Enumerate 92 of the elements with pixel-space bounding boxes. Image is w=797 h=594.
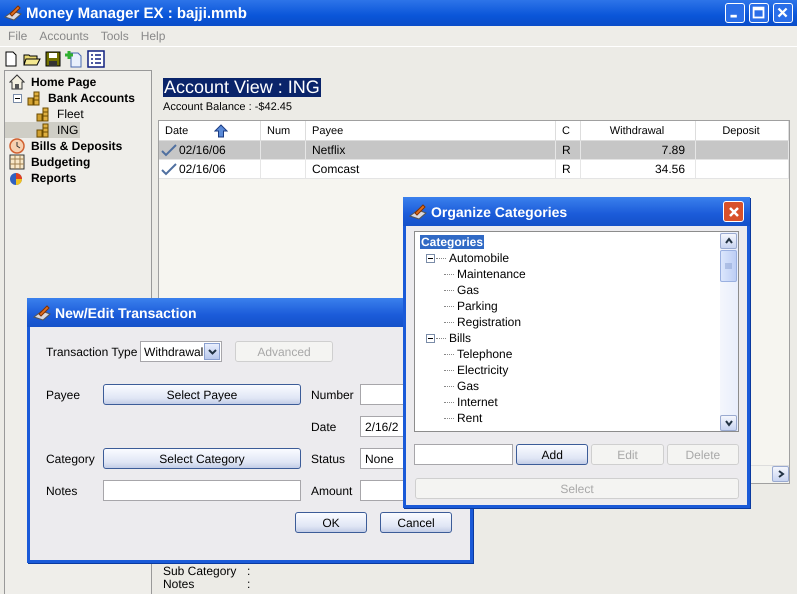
new-file-icon[interactable] [3, 50, 19, 66]
tree-item[interactable]: Automobile [420, 250, 720, 266]
ok-button[interactable]: OK [295, 512, 367, 533]
column-header[interactable]: Num [261, 121, 306, 140]
caret-icon [204, 343, 220, 360]
field-label: Date [310, 418, 338, 436]
column-header[interactable]: C [556, 121, 581, 140]
dialog-title: Organize Categories [431, 204, 568, 220]
table-cell: 7.89 [581, 141, 696, 159]
field-label: Transaction Type [46, 344, 138, 358]
table-row[interactable]: 02/16/06 Netflix R 7.89 [159, 141, 789, 160]
vertical-scrollbar[interactable] [720, 232, 738, 431]
coins-icon [35, 122, 51, 138]
tree-item[interactable]: Registration [420, 314, 720, 330]
down-chevron-icon [724, 419, 732, 427]
scroll-thumb[interactable] [720, 250, 737, 282]
app-icon [4, 5, 22, 21]
add-button[interactable]: Add [516, 444, 588, 465]
tree-item[interactable]: Categories [420, 234, 720, 250]
close-button[interactable] [723, 201, 744, 222]
app-icon [409, 204, 427, 220]
column-header[interactable]: Payee [306, 121, 556, 140]
transaction-type-dropdown[interactable]: Withdrawal [140, 341, 222, 362]
account-view-title: Account View : ING [163, 78, 321, 97]
coins-icon [26, 90, 42, 106]
check-icon [161, 143, 177, 157]
sidebar-item[interactable]: Budgeting [5, 154, 151, 170]
sidebar-item[interactable]: Fleet [5, 106, 86, 122]
detail-separator: : [247, 578, 252, 591]
right-chevron-icon [776, 470, 784, 478]
table-cell: 02/16/06 [179, 162, 226, 176]
select-category-button[interactable]: Select Category [103, 448, 301, 469]
check-icon [161, 162, 177, 176]
sidebar-item[interactable]: Home Page [5, 74, 151, 90]
field-label: Number [310, 386, 355, 404]
column-header[interactable]: Deposit [696, 121, 789, 140]
field-label: Amount [310, 482, 354, 500]
table-cell: Comcast [306, 160, 556, 178]
table-cell: R [556, 141, 581, 159]
collapse-icon[interactable] [13, 94, 22, 102]
detail-label: Notes [163, 578, 194, 591]
maximize-button[interactable] [749, 3, 769, 23]
window-title: Money Manager EX : bajji.mmb [26, 4, 248, 22]
table-cell: Netflix [306, 141, 556, 159]
sidebar-item[interactable]: Bills & Deposits [5, 138, 151, 154]
account-balance: Account Balance : -$42.45 [163, 101, 294, 113]
up-chevron-icon [724, 237, 732, 245]
tree-item[interactable]: Bills [420, 330, 720, 346]
tree-item[interactable]: Telephone [420, 346, 720, 362]
tree-item[interactable]: Gas [420, 282, 720, 298]
minimize-button[interactable] [725, 3, 745, 23]
select-payee-button[interactable]: Select Payee [103, 384, 301, 405]
sidebar-item[interactable]: Bank Accounts [5, 90, 151, 106]
tree-item[interactable]: Gas [420, 378, 720, 394]
scroll-down-button[interactable] [720, 415, 737, 431]
field-label: Payee [46, 386, 82, 404]
house-icon [9, 74, 25, 90]
tree-item[interactable]: Internet [420, 394, 720, 410]
sidebar-item[interactable]: ING [5, 122, 80, 138]
close-button[interactable] [773, 3, 793, 23]
collapse-icon[interactable] [426, 254, 435, 262]
table-cell: 02/16/06 [179, 143, 226, 157]
add-page-icon[interactable] [65, 50, 83, 68]
detail-separator: : [247, 565, 252, 578]
save-icon[interactable] [45, 50, 61, 66]
column-header[interactable]: Date [159, 121, 261, 140]
cancel-button[interactable]: Cancel [380, 512, 452, 533]
up-arrow-icon [214, 124, 228, 138]
detail-label: Sub Category [163, 565, 238, 578]
field-label: Category [46, 450, 96, 468]
table-cell: 34.56 [581, 160, 696, 178]
table-cell: R [556, 160, 581, 178]
collapse-icon[interactable] [426, 334, 435, 342]
field-label: Status [310, 450, 346, 468]
notes-field[interactable] [103, 480, 301, 501]
scroll-up-button[interactable] [720, 233, 737, 249]
grid-icon [9, 154, 25, 170]
list-icon[interactable] [87, 50, 105, 68]
tree-item[interactable]: Parking [420, 298, 720, 314]
close-icon [728, 206, 740, 218]
pie-chart-icon [9, 170, 25, 186]
coins-icon [35, 106, 51, 122]
field-label: Notes [46, 482, 78, 500]
sidebar-item[interactable]: Reports [5, 170, 151, 186]
tree-item[interactable]: Electricity [420, 362, 720, 378]
scroll-right-button[interactable] [772, 466, 789, 482]
app-icon [33, 304, 51, 320]
table-row[interactable]: 02/16/06 Comcast R 34.56 [159, 160, 789, 179]
column-header[interactable]: Withdrawal [581, 121, 696, 140]
tree-item[interactable]: Maintenance [420, 266, 720, 282]
clock-icon [9, 138, 25, 154]
category-name-field[interactable] [414, 444, 514, 465]
